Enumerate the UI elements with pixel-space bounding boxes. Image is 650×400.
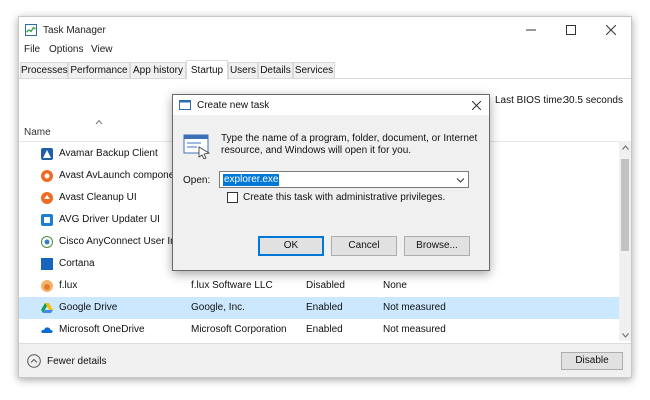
chevron-down-icon[interactable]: [456, 176, 465, 184]
tab-processes[interactable]: Processes: [20, 62, 68, 79]
avast-icon: [41, 170, 53, 182]
dialog-title: Create new task: [197, 100, 270, 111]
run-program-icon: [183, 134, 211, 159]
table-row[interactable]: Microsoft OneDrive Microsoft Corporation…: [19, 319, 621, 341]
avamar-icon: [41, 148, 53, 160]
dialog-close-button[interactable]: [469, 98, 483, 112]
google-drive-icon: [41, 303, 53, 313]
title-bar: Task Manager: [19, 17, 631, 43]
row-name: Cortana: [59, 258, 95, 269]
maximize-icon: [566, 25, 576, 35]
chevron-down-icon: [621, 332, 629, 338]
row-publisher: Google, Inc.: [191, 302, 245, 313]
window-title: Task Manager: [43, 25, 106, 36]
admin-privileges-label[interactable]: Create this task with administrative pri…: [243, 192, 445, 203]
table-row-selected[interactable]: Google Drive Google, Inc. Enabled Not me…: [19, 297, 621, 319]
menu-options[interactable]: Options: [49, 44, 83, 55]
row-publisher: Microsoft Corporation: [191, 324, 287, 335]
tab-startup[interactable]: Startup: [186, 60, 228, 80]
tab-details[interactable]: Details: [258, 62, 293, 79]
scrollbar-thumb[interactable]: [621, 159, 629, 251]
row-name: Avamar Backup Client: [59, 148, 158, 159]
row-name: Google Drive: [59, 302, 118, 313]
admin-privileges-checkbox[interactable]: [227, 192, 238, 203]
ok-button[interactable]: OK: [258, 236, 324, 256]
cancel-button[interactable]: Cancel: [331, 236, 397, 256]
row-status: Enabled: [306, 324, 343, 335]
avg-icon: [41, 214, 53, 226]
chevron-up-circle-icon[interactable]: [27, 354, 41, 368]
tab-users[interactable]: Users: [228, 62, 258, 79]
row-name: Avast AvLaunch component: [59, 170, 183, 181]
row-name: f.lux: [59, 280, 78, 291]
close-icon: [606, 25, 616, 35]
row-status: Enabled: [306, 302, 343, 313]
column-header-name[interactable]: Name: [24, 127, 51, 138]
flux-icon: [41, 280, 53, 292]
chevron-up-icon: [621, 144, 629, 150]
sort-ascending-icon: [95, 119, 103, 125]
row-publisher: f.lux Software LLC: [191, 280, 273, 291]
dialog-description: Type the name of a program, folder, docu…: [221, 133, 478, 156]
run-dialog-small-icon: [179, 100, 191, 110]
row-name: Avast Cleanup UI: [59, 192, 137, 203]
cortana-icon: [41, 258, 53, 270]
menu-view[interactable]: View: [91, 44, 113, 55]
open-input-value[interactable]: explorer.exe: [223, 174, 280, 186]
open-combobox[interactable]: explorer.exe: [219, 171, 469, 188]
minimize-icon: [526, 29, 536, 31]
avast-cleanup-icon: [41, 192, 53, 204]
row-name: AVG Driver Updater UI: [59, 214, 160, 225]
browse-button[interactable]: Browse...: [404, 236, 470, 256]
dialog-title-bar: Create new task: [173, 95, 489, 115]
cisco-icon: [41, 236, 53, 248]
row-status: Disabled: [306, 280, 345, 291]
disable-button[interactable]: Disable: [561, 352, 623, 370]
scroll-up-button[interactable]: [619, 141, 631, 153]
vertical-scrollbar[interactable]: [619, 141, 631, 341]
row-name: Cisco AnyConnect User Interface: [59, 236, 189, 247]
row-impact: None: [383, 280, 407, 291]
tab-services[interactable]: Services: [293, 62, 335, 79]
onedrive-icon: [41, 327, 53, 333]
table-row[interactable]: f.lux f.lux Software LLC Disabled None: [19, 275, 621, 297]
bios-time-value: 30.5 seconds: [563, 95, 624, 106]
row-impact: Not measured: [383, 302, 446, 313]
close-window-button[interactable]: [591, 17, 631, 43]
menu-file[interactable]: File: [24, 44, 40, 55]
tab-performance[interactable]: Performance: [68, 62, 130, 79]
open-label: Open:: [183, 175, 211, 186]
maximize-button[interactable]: [551, 17, 591, 43]
row-name: Microsoft OneDrive: [59, 324, 145, 335]
footer-bar: Fewer details Disable: [19, 343, 631, 377]
fewer-details-link[interactable]: Fewer details: [47, 356, 106, 367]
task-manager-icon: [25, 24, 37, 36]
bios-time-label: Last BIOS time:: [494, 95, 565, 106]
scroll-down-button[interactable]: [619, 329, 631, 341]
menu-bar: File Options View: [19, 43, 631, 59]
minimize-button[interactable]: [511, 17, 551, 43]
row-impact: Not measured: [383, 324, 446, 335]
tab-strip: Processes Performance App history Startu…: [19, 60, 631, 80]
tab-app-history[interactable]: App history: [130, 62, 186, 79]
create-new-task-dialog: Create new task Type the name of a progr…: [172, 94, 490, 271]
close-icon: [471, 100, 481, 110]
